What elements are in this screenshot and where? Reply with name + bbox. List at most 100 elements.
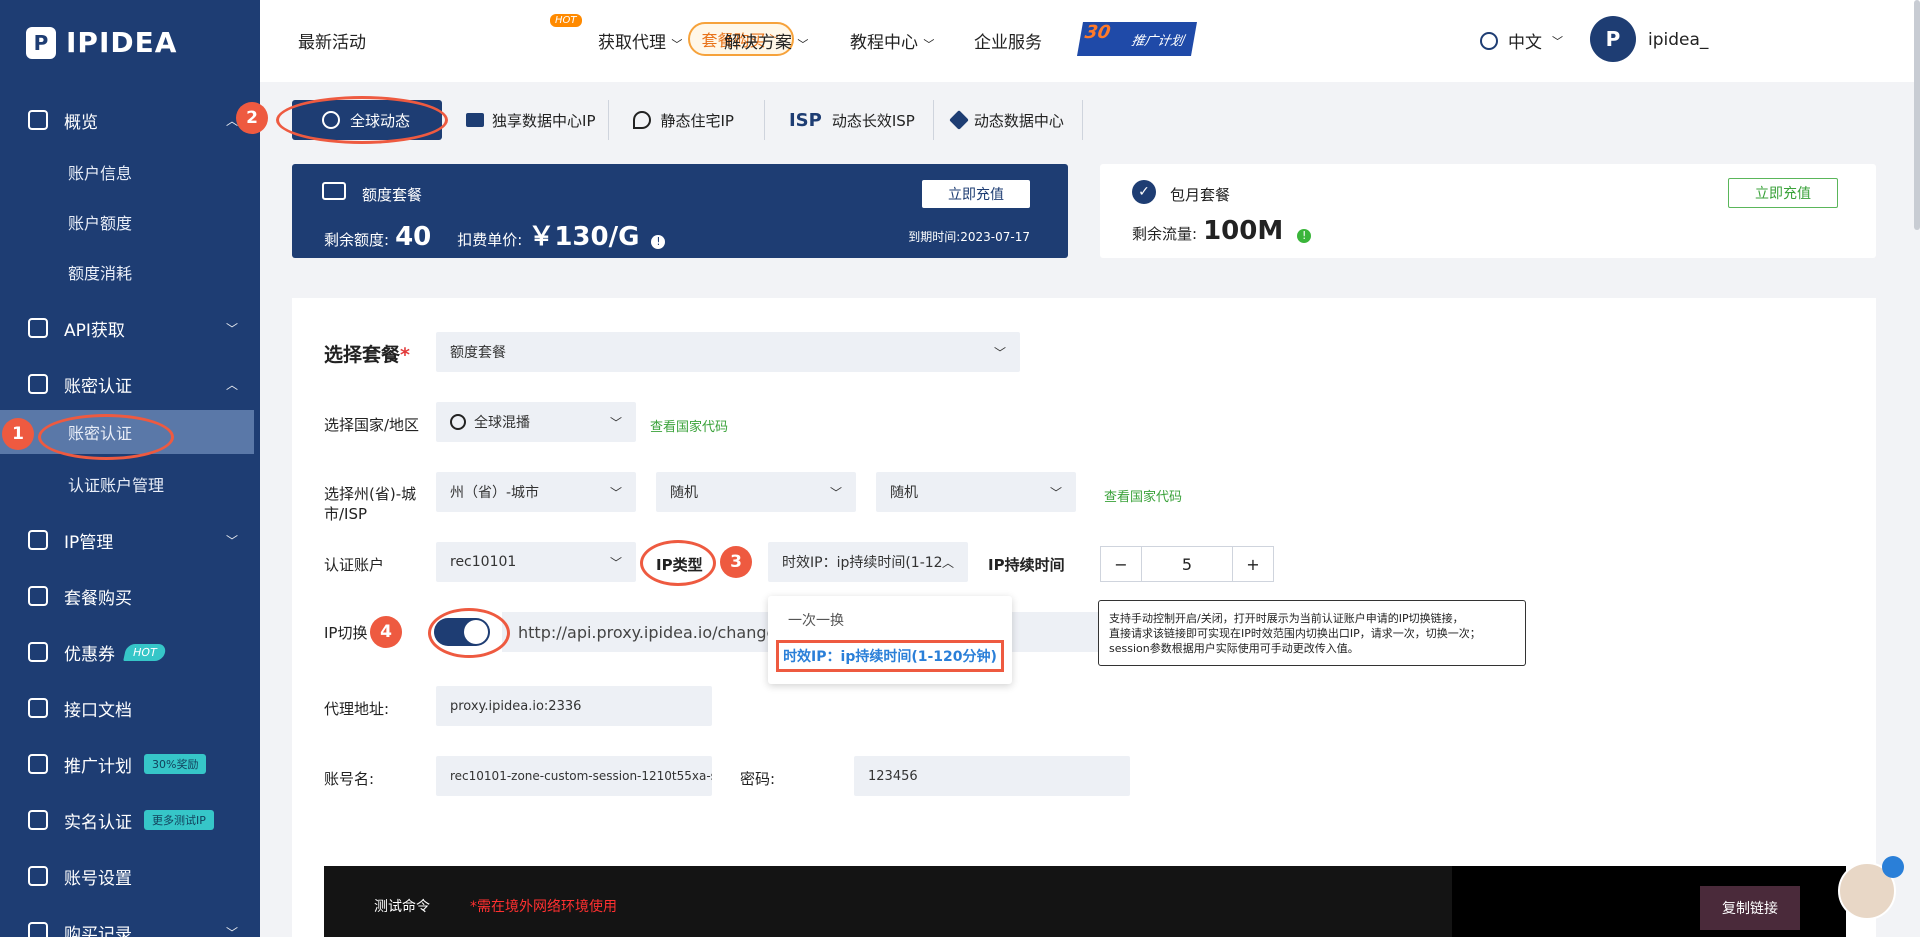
monthly-title: 包月套餐 [1170, 186, 1231, 204]
overview-icon [28, 110, 48, 130]
tab-static-residential[interactable]: 静态住宅IP [609, 100, 765, 140]
sidebar-item-label: 购买记录 [64, 924, 132, 937]
tab-dynamic-datacenter[interactable]: 动态数据中心 [934, 100, 1083, 140]
username[interactable]: ipidea_ [1648, 30, 1708, 50]
config-panel: 选择套餐* 额度套餐 ﹀ 选择国家/地区 全球混播 ﹀ 查看国家代码 选择州(省)-… [292, 298, 1876, 937]
check-icon: ✓ [1132, 180, 1156, 204]
duration-stepper: − 5 + [1100, 546, 1274, 582]
tab-datacenter-ip[interactable]: 独享数据中心IP [454, 100, 609, 140]
logo-icon: P [26, 26, 56, 59]
annotation-number-2: 2 [236, 102, 268, 134]
sidebar-item-coupon[interactable]: 优惠券 HOT [0, 630, 260, 674]
account-label: 认证账户 [324, 556, 385, 574]
view-country-code-link[interactable]: 查看国家代码 [650, 416, 728, 435]
sidebar-item-label: IP管理 [64, 532, 114, 553]
sidebar-item-settings[interactable]: 账号设置 [0, 854, 260, 898]
nav-tutorials[interactable]: 教程中心 ﹀ [850, 28, 934, 53]
proxy-label: 代理地址: [324, 700, 390, 718]
annotation-ring-4 [428, 608, 510, 658]
username-field[interactable]: rec10101-zone-custom-session-1210t55xa-s… [436, 756, 712, 796]
package-select[interactable]: 额度套餐 ﹀ [436, 332, 1020, 372]
chat-bubble-icon[interactable] [1882, 856, 1904, 878]
quota-title: 额度套餐 [362, 186, 423, 204]
globe-icon [450, 414, 466, 430]
nav-enterprise[interactable]: 企业服务 [974, 28, 1042, 53]
proxy-field[interactable]: proxy.ipidea.io:2336 [436, 686, 712, 726]
promo-text: 推广计划 [1130, 33, 1185, 49]
sidebar-item-label: 推广计划 [64, 756, 132, 777]
quota-row: 剩余额度: 40 扣费单价: ￥130/G ! [324, 216, 666, 253]
tooltip-line: 支持手动控制开启/关闭，打开时展示为当前认证账户申请的IP切换链接， [1109, 612, 1464, 625]
sidebar-item-auth[interactable]: 账密认证 ︿ [0, 362, 260, 406]
tab-label: 动态数据中心 [973, 111, 1064, 130]
sidebar-item-auth-accounts[interactable]: 认证账户管理 [0, 462, 260, 506]
copy-link-button[interactable]: 复制链接 [1700, 886, 1800, 930]
city-select[interactable]: 随机 ﹀ [656, 472, 856, 512]
sidebar-item-account-info[interactable]: 账户信息 [0, 150, 260, 194]
sidebar-item-label: 账密认证 [64, 376, 132, 397]
sidebar-item-account-quota[interactable]: 账户额度 [0, 200, 260, 244]
chevron-down-icon: ﹀ [609, 555, 622, 570]
account-select[interactable]: rec10101 ﹀ [436, 542, 636, 582]
sidebar-item-package[interactable]: 套餐购买 [0, 574, 260, 618]
annotation-number-1: 1 [2, 418, 34, 450]
monthly-recharge-button[interactable]: 立即充值 [1728, 178, 1838, 208]
city-label: 选择州(省)-城市/ISP [324, 485, 417, 523]
sidebar-item-label: 概览 [64, 112, 98, 133]
increment-button[interactable]: + [1233, 547, 1273, 581]
nav-label: 解决方案 [724, 33, 792, 53]
dropdown-option-timed[interactable]: 时效IP：ip持续时间(1-120分钟) [776, 640, 1004, 672]
sidebar-item-history[interactable]: 购买记录 ﹀ [0, 910, 260, 937]
promo-icon [28, 754, 48, 774]
info-icon[interactable]: ! [651, 235, 666, 249]
nav-get-proxy[interactable]: 获取代理 ﹀ [598, 28, 682, 53]
decrement-button[interactable]: − [1101, 547, 1141, 581]
promo-banner[interactable]: 30 推广计划 [1077, 22, 1197, 56]
tab-isp[interactable]: ISP 动态长效ISP [765, 100, 934, 140]
duration-value[interactable]: 5 [1141, 547, 1233, 581]
annotation-number-4: 4 [370, 616, 402, 648]
state-select[interactable]: 州（省）-城市 ﹀ [436, 472, 636, 512]
auth-icon [28, 374, 48, 394]
remaining-label: 剩余额度: [324, 231, 390, 249]
traffic-label: 剩余流量: [1132, 225, 1198, 243]
avatar[interactable]: P [1590, 16, 1636, 62]
layers-icon [948, 110, 969, 130]
ip-type-select[interactable]: 时效IP：ip持续时间(1-12 ︿ [768, 542, 968, 582]
chevron-down-icon: ﹀ [225, 533, 238, 548]
chevron-down-icon: ﹀ [609, 485, 622, 500]
chevron-down-icon: ﹀ [829, 485, 842, 500]
sidebar-item-docs[interactable]: 接口文档 [0, 686, 260, 730]
price-label: 扣费单价: [457, 231, 523, 249]
docs-icon [28, 698, 48, 718]
scrollbar[interactable] [1914, 0, 1920, 230]
sidebar-item-label: 优惠券 [64, 644, 115, 665]
tooltip-line: session参数根据用户实际使用可手动更改传入值。 [1109, 642, 1359, 655]
chevron-down-icon: ﹀ [1049, 485, 1062, 500]
sidebar-item-quota-usage[interactable]: 额度消耗 [0, 250, 260, 294]
latest-activity-link[interactable]: 最新活动 [298, 28, 366, 53]
nav-solutions[interactable]: 解决方案 ﹀ [724, 28, 808, 53]
country-select[interactable]: 全球混播 ﹀ [436, 402, 636, 442]
tab-label: 动态长效ISP [831, 111, 915, 130]
sidebar-item-overview[interactable]: 概览 ︿ [0, 98, 260, 142]
quota-recharge-button[interactable]: 立即充值 [922, 180, 1030, 208]
cart-icon [28, 922, 48, 937]
logo-text: IPIDEA [66, 26, 178, 59]
password-field[interactable]: 123456 [854, 756, 1130, 796]
sidebar-item-promo[interactable]: 推广计划 30%奖励 [0, 742, 260, 786]
ip-type-dropdown: 一次一换 时效IP：ip持续时间(1-120分钟) [768, 596, 1012, 684]
tooltip-line: 直接请求该链接即可实现在IP时效范围内切换出口IP，请求一次，切换一次； [1109, 627, 1481, 640]
sidebar-item-ip-manage[interactable]: IP管理 ﹀ [0, 518, 260, 562]
dropdown-option-once[interactable]: 一次一换 [788, 610, 844, 630]
language-select[interactable]: 中文 ﹀ [1480, 28, 1563, 53]
sidebar-item-api[interactable]: API获取 ﹀ [0, 306, 260, 350]
sidebar-item-verify[interactable]: 实名认证 更多测试IP [0, 798, 260, 842]
location-icon [632, 111, 651, 129]
isp-select[interactable]: 随机 ﹀ [876, 472, 1076, 512]
state-value: 州（省）-城市 [450, 485, 540, 501]
annotation-ring-1 [38, 414, 174, 460]
logo[interactable]: P IPIDEA [26, 26, 177, 59]
annotation-ring-2 [276, 96, 448, 144]
view-country-code-link-2[interactable]: 查看国家代码 [1104, 486, 1182, 505]
